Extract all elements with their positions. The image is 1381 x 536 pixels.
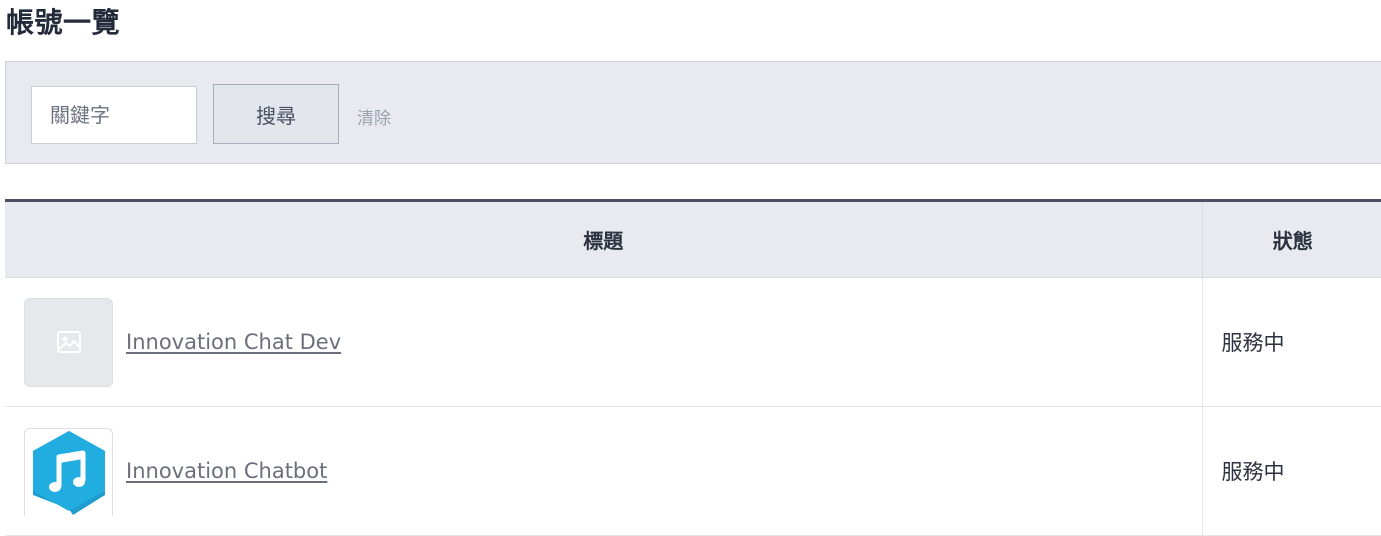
title-cell: Innovation Chatbot [5,406,1203,536]
status-cell: 服務中 [1202,277,1381,407]
table-header-row: 標題 狀態 [5,199,1381,278]
status-text: 服務中 [1221,331,1285,355]
account-link[interactable]: Innovation Chat Dev [126,330,341,354]
accounts-table-wrapper: 標題 狀態 Innovation Chat Dev 服務中 Innovation… [5,199,1381,536]
music-note-icon [24,428,113,516]
column-header-title: 標題 [5,199,1203,278]
column-header-status: 狀態 [1202,199,1381,278]
page-title: 帳號一覽 [6,6,121,39]
table-row: Innovation Chat Dev 服務中 [5,277,1381,407]
keyword-input[interactable] [31,86,197,144]
table-row: Innovation Chatbot 服務中 [5,406,1381,536]
title-cell: Innovation Chat Dev [5,277,1203,407]
status-cell: 服務中 [1202,406,1381,536]
search-panel: 搜尋 清除 [5,61,1381,164]
search-button[interactable]: 搜尋 [213,84,339,144]
image-placeholder-icon [24,297,113,387]
status-text: 服務中 [1221,460,1285,484]
clear-link[interactable]: 清除 [357,104,391,129]
account-link[interactable]: Innovation Chatbot [126,459,327,483]
accounts-table: 標題 狀態 Innovation Chat Dev 服務中 Innovation… [5,199,1381,536]
